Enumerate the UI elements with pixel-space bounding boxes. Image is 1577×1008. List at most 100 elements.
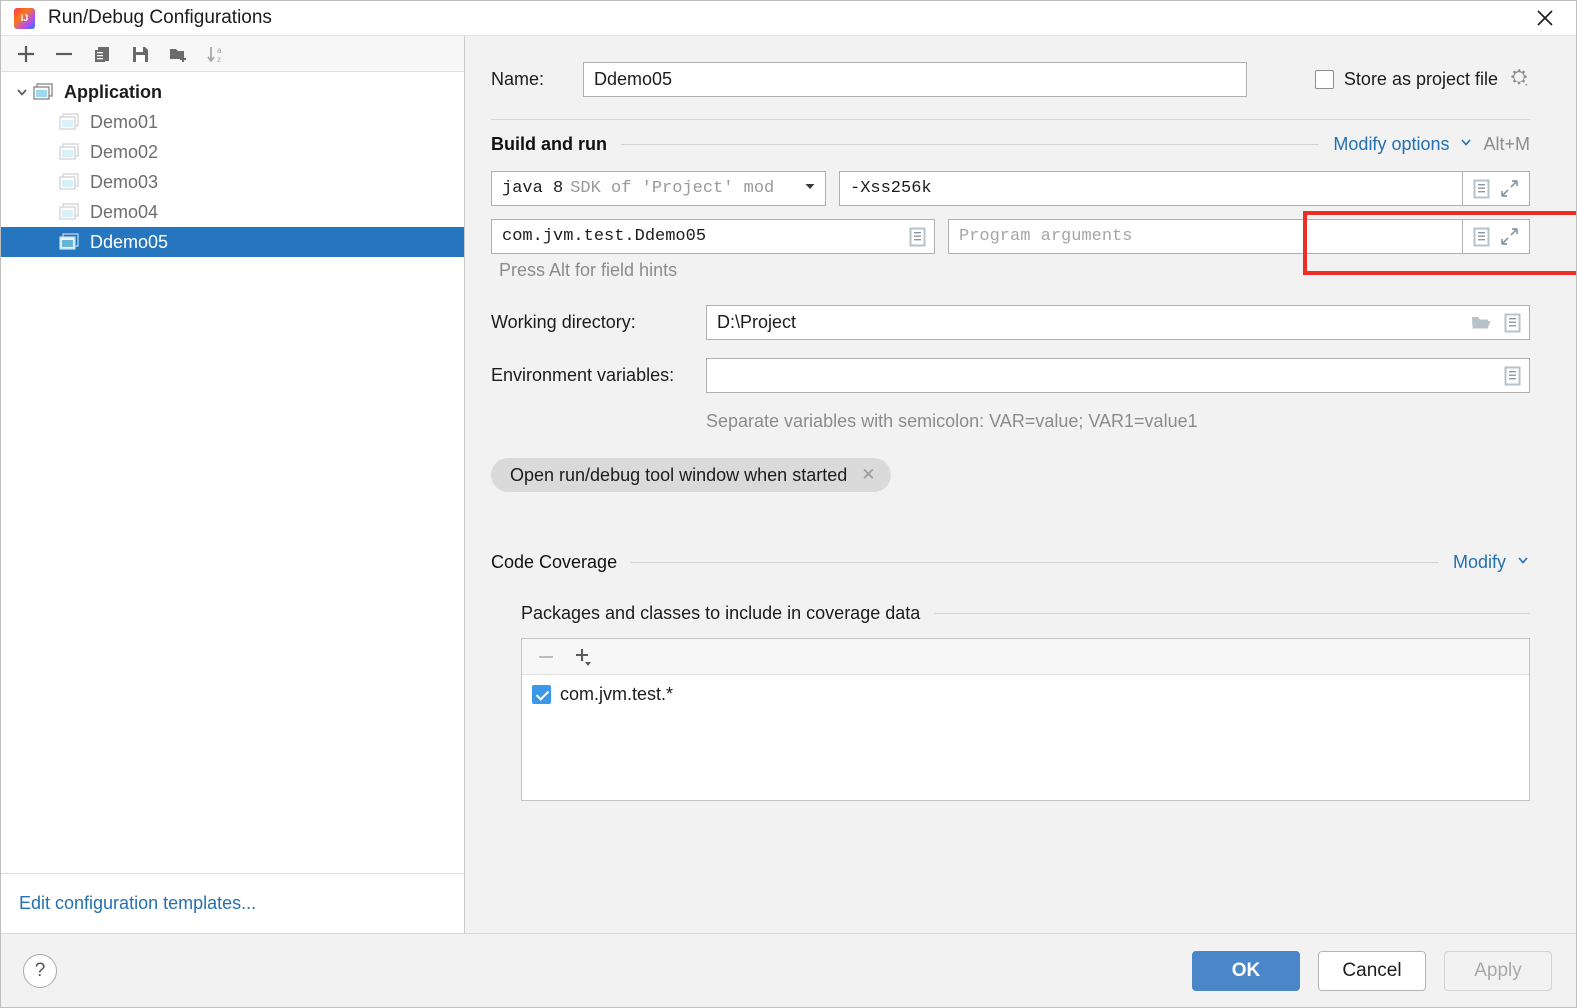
options-chip-row: Open run/debug tool window when started … bbox=[491, 458, 1530, 492]
code-coverage-actions: Modify bbox=[1453, 552, 1530, 573]
store-as-project-file-label: Store as project file bbox=[1343, 69, 1498, 89]
coverage-packages-title: Packages and classes to include in cover… bbox=[521, 603, 921, 623]
coverage-list-item[interactable]: com.jvm.test.* bbox=[532, 681, 1529, 707]
vm-options-wrapper: -Xss256k bbox=[839, 171, 1530, 206]
intellij-idea-logo-icon bbox=[14, 7, 35, 29]
working-directory-input[interactable]: D:\Project bbox=[706, 305, 1530, 340]
name-input[interactable]: Ddemo05 bbox=[583, 62, 1247, 97]
code-coverage-section: Code Coverage Modify Packages and classe… bbox=[491, 552, 1530, 801]
tree-item-demo04[interactable]: Demo04 bbox=[1, 197, 464, 227]
divider bbox=[491, 119, 1530, 120]
main-class-value: com.jvm.test.Ddemo05 bbox=[502, 227, 707, 246]
working-directory-icons bbox=[1470, 313, 1521, 333]
jdk-and-vm-options-row: java 8 SDK of 'Project' mod -Xss256k bbox=[491, 171, 1530, 206]
dialog-footer: ? OK Cancel Apply bbox=[1, 933, 1576, 1007]
dialog-body: a z Application Demo01 Demo02 Demo03 Dem… bbox=[1, 36, 1576, 933]
macro-document-icon[interactable] bbox=[1473, 179, 1490, 199]
build-and-run-header: Build and run Modify options Alt+M bbox=[491, 134, 1530, 155]
expand-diagonal-icon[interactable] bbox=[1500, 227, 1519, 246]
remove-package-button[interactable] bbox=[536, 647, 556, 667]
close-small-icon[interactable]: ✕ bbox=[861, 465, 875, 485]
window-title: Run/Debug Configurations bbox=[48, 7, 272, 28]
remove-configuration-button[interactable] bbox=[47, 39, 81, 69]
ok-button[interactable]: OK bbox=[1192, 950, 1300, 991]
configurations-tree: Application Demo01 Demo02 Demo03 Demo04 … bbox=[1, 72, 464, 873]
cancel-button[interactable]: Cancel bbox=[1318, 950, 1426, 991]
sort-az-button[interactable]: a z bbox=[199, 39, 233, 69]
new-folder-button[interactable] bbox=[161, 39, 195, 69]
question-mark-icon: ? bbox=[34, 959, 46, 981]
program-arguments-field-icons bbox=[1463, 219, 1530, 254]
open-tool-window-chip[interactable]: Open run/debug tool window when started … bbox=[491, 458, 892, 492]
edit-configuration-templates-link[interactable]: Edit configuration templates... bbox=[19, 893, 256, 914]
macro-document-icon[interactable] bbox=[1504, 313, 1521, 333]
chevron-down-icon[interactable] bbox=[797, 179, 817, 199]
application-icon bbox=[59, 173, 81, 191]
tree-item-label: Ddemo05 bbox=[90, 231, 169, 252]
modify-options-link[interactable]: Modify options bbox=[1333, 134, 1449, 155]
sidebar-footer: Edit configuration templates... bbox=[1, 873, 464, 933]
vm-options-field-icons bbox=[1463, 171, 1530, 206]
environment-variables-hint: Separate variables with semicolon: VAR=v… bbox=[706, 411, 1198, 431]
build-and-run-actions: Modify options Alt+M bbox=[1333, 134, 1530, 155]
application-icon bbox=[59, 113, 81, 131]
name-label: Name: bbox=[491, 69, 545, 89]
tree-item-ddemo05[interactable]: Ddemo05 bbox=[1, 227, 464, 257]
configuration-editor-panel: Name: Ddemo05 Store as project file Buil… bbox=[465, 36, 1576, 933]
folder-open-icon[interactable] bbox=[1470, 313, 1492, 332]
close-icon[interactable] bbox=[1514, 1, 1576, 36]
coverage-toolbar bbox=[522, 639, 1529, 675]
gear-icon[interactable] bbox=[1508, 66, 1530, 93]
main-class-row: com.jvm.test.Ddemo05 Program arguments bbox=[491, 219, 1530, 254]
jdk-sub-label: SDK of 'Project' mod bbox=[570, 179, 775, 198]
add-package-button[interactable] bbox=[572, 646, 594, 668]
chevron-down-icon[interactable] bbox=[11, 85, 33, 99]
main-class-icons bbox=[909, 227, 926, 247]
tree-group-application[interactable]: Application bbox=[1, 77, 464, 107]
vm-options-input[interactable]: -Xss256k bbox=[839, 171, 1463, 206]
working-directory-label: Working directory: bbox=[491, 312, 636, 332]
apply-button[interactable]: Apply bbox=[1444, 950, 1552, 991]
environment-variables-input[interactable] bbox=[706, 358, 1530, 393]
chevron-down-icon[interactable] bbox=[1459, 135, 1473, 154]
tree-item-demo02[interactable]: Demo02 bbox=[1, 137, 464, 167]
save-configuration-button[interactable] bbox=[123, 39, 157, 69]
help-button[interactable]: ? bbox=[23, 953, 57, 988]
application-icon bbox=[59, 203, 81, 221]
jdk-select[interactable]: java 8 SDK of 'Project' mod bbox=[491, 171, 826, 206]
field-hints-text: Press Alt for field hints bbox=[499, 260, 678, 280]
macro-document-icon[interactable] bbox=[1473, 227, 1490, 247]
expand-diagonal-icon[interactable] bbox=[1500, 179, 1519, 198]
tree-item-label: Demo03 bbox=[90, 171, 159, 192]
coverage-packages-header: Packages and classes to include in cover… bbox=[521, 603, 1530, 624]
code-coverage-title: Code Coverage bbox=[491, 552, 618, 572]
coverage-modify-link[interactable]: Modify bbox=[1453, 552, 1506, 573]
program-arguments-input[interactable]: Program arguments bbox=[948, 219, 1463, 254]
coverage-item-checkbox[interactable] bbox=[532, 684, 551, 704]
tree-item-label: Demo04 bbox=[90, 201, 159, 222]
environment-variables-row: Environment variables: bbox=[491, 358, 1530, 393]
tree-item-demo01[interactable]: Demo01 bbox=[1, 107, 464, 137]
working-directory-value: D:\Project bbox=[717, 312, 797, 332]
coverage-packages-list: com.jvm.test.* bbox=[522, 675, 1529, 800]
chevron-down-icon[interactable] bbox=[1516, 553, 1530, 572]
program-arguments-wrapper: Program arguments bbox=[948, 219, 1530, 254]
main-class-input[interactable]: com.jvm.test.Ddemo05 bbox=[491, 219, 935, 254]
store-as-project-file-checkbox[interactable] bbox=[1314, 70, 1334, 89]
tree-item-demo03[interactable]: Demo03 bbox=[1, 167, 464, 197]
environment-variables-icons bbox=[1504, 366, 1521, 386]
application-icon bbox=[33, 83, 55, 101]
chip-label: Open run/debug tool window when started bbox=[510, 464, 848, 485]
working-directory-row: Working directory: D:\Project bbox=[491, 305, 1530, 340]
build-and-run-title: Build and run bbox=[491, 134, 607, 154]
macro-document-icon[interactable] bbox=[909, 227, 926, 247]
application-icon bbox=[59, 233, 81, 251]
macro-document-icon[interactable] bbox=[1504, 366, 1521, 386]
coverage-packages-panel: com.jvm.test.* bbox=[521, 638, 1530, 801]
copy-configuration-button[interactable] bbox=[85, 39, 119, 69]
store-as-project-file-group: Store as project file bbox=[1314, 66, 1530, 93]
application-icon bbox=[59, 143, 81, 161]
configurations-sidebar: a z Application Demo01 Demo02 Demo03 Dem… bbox=[1, 36, 465, 933]
section-rule bbox=[621, 144, 1320, 145]
add-configuration-button[interactable] bbox=[9, 39, 43, 69]
